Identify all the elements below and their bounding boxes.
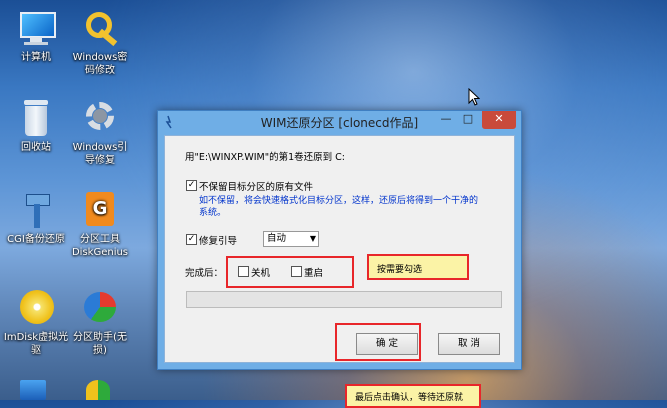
title-bar[interactable]: WIM还原分区 [clonecd作品] — □ ✕: [158, 111, 521, 133]
desktop-icon-label: CGI备份还原: [7, 234, 65, 245]
diskgenius-icon: G: [80, 190, 120, 230]
fix-boot-label: 修复引导: [199, 236, 238, 247]
computer-icon: [16, 8, 56, 48]
key-icon: [80, 8, 120, 48]
close-button[interactable]: ✕: [482, 111, 516, 129]
boot-mode-select[interactable]: 自动 ▼: [263, 231, 319, 247]
highlight-ok-button: [335, 323, 421, 361]
no-keep-hint-line2: 系统。: [199, 208, 227, 218]
progress-bar: [186, 291, 502, 308]
after-completion-label: 完成后：: [185, 268, 224, 279]
desktop-icon-partial[interactable]: [20, 380, 46, 400]
desktop-icon-label: 回收站: [21, 142, 51, 153]
desktop-icon-label: ImDisk虚拟光驱: [3, 332, 69, 356]
desktop-icon-label: 计算机: [21, 52, 51, 63]
mouse-cursor-icon: [468, 88, 480, 106]
desktop-icon-cgi-backup[interactable]: CGI备份还原: [0, 190, 72, 246]
partition-assistant-icon: [80, 288, 120, 328]
desktop-icon-imdisk[interactable]: ImDisk虚拟光驱: [0, 288, 72, 357]
desktop-icon-partition-assistant[interactable]: 分区助手(无损): [64, 288, 136, 357]
callout-confirm: 最后点击确认，等待还原就: [345, 384, 481, 408]
desktop-icon-windows-password[interactable]: Windows密码修改: [64, 8, 136, 77]
callout-check-as-needed: 按需要勾选: [367, 254, 469, 280]
no-keep-checkbox[interactable]: ✓: [186, 180, 197, 191]
fix-boot-checkbox[interactable]: ✓: [186, 234, 197, 245]
desktop-icon-computer[interactable]: 计算机: [0, 8, 72, 64]
gear-icon: [80, 98, 120, 138]
chevron-down-icon: ▼: [309, 234, 316, 243]
desktop-icon-windows-boot-repair[interactable]: Windows引导修复: [64, 98, 136, 167]
disc-icon: [16, 288, 56, 328]
desktop-icon-label: 分区工具DiskGenius: [71, 234, 129, 258]
desktop-icon-label: Windows密码修改: [72, 52, 128, 76]
boot-mode-value: 自动: [267, 233, 287, 244]
maximize-button[interactable]: □: [458, 111, 478, 129]
callout-text: 最后点击确认，等待还原就: [355, 393, 464, 403]
hammer-icon: [16, 190, 56, 230]
desktop-icon-diskgenius[interactable]: G 分区工具DiskGenius: [64, 190, 136, 259]
highlight-after-options: [226, 256, 354, 288]
desktop-icon-label: Windows引导修复: [72, 142, 128, 166]
desktop-icon-label: 分区助手(无损): [73, 332, 127, 356]
no-keep-hint-line1: 如不保留，将会快速格式化目标分区，这样，还原后将得到一个干净的: [199, 196, 479, 206]
restore-target-text: 用"E:\WINXP.WIM"的第1卷还原到 C:: [185, 152, 346, 163]
cancel-button[interactable]: 取 消: [438, 333, 500, 355]
desktop-icon-partial[interactable]: [86, 380, 110, 400]
callout-text: 按需要勾选: [377, 265, 423, 275]
desktop-icon-recycle-bin[interactable]: 回收站: [0, 98, 72, 154]
no-keep-label: 不保留目标分区的原有文件: [199, 182, 314, 193]
recycle-bin-icon: [16, 98, 56, 138]
minimize-button[interactable]: —: [436, 111, 456, 129]
